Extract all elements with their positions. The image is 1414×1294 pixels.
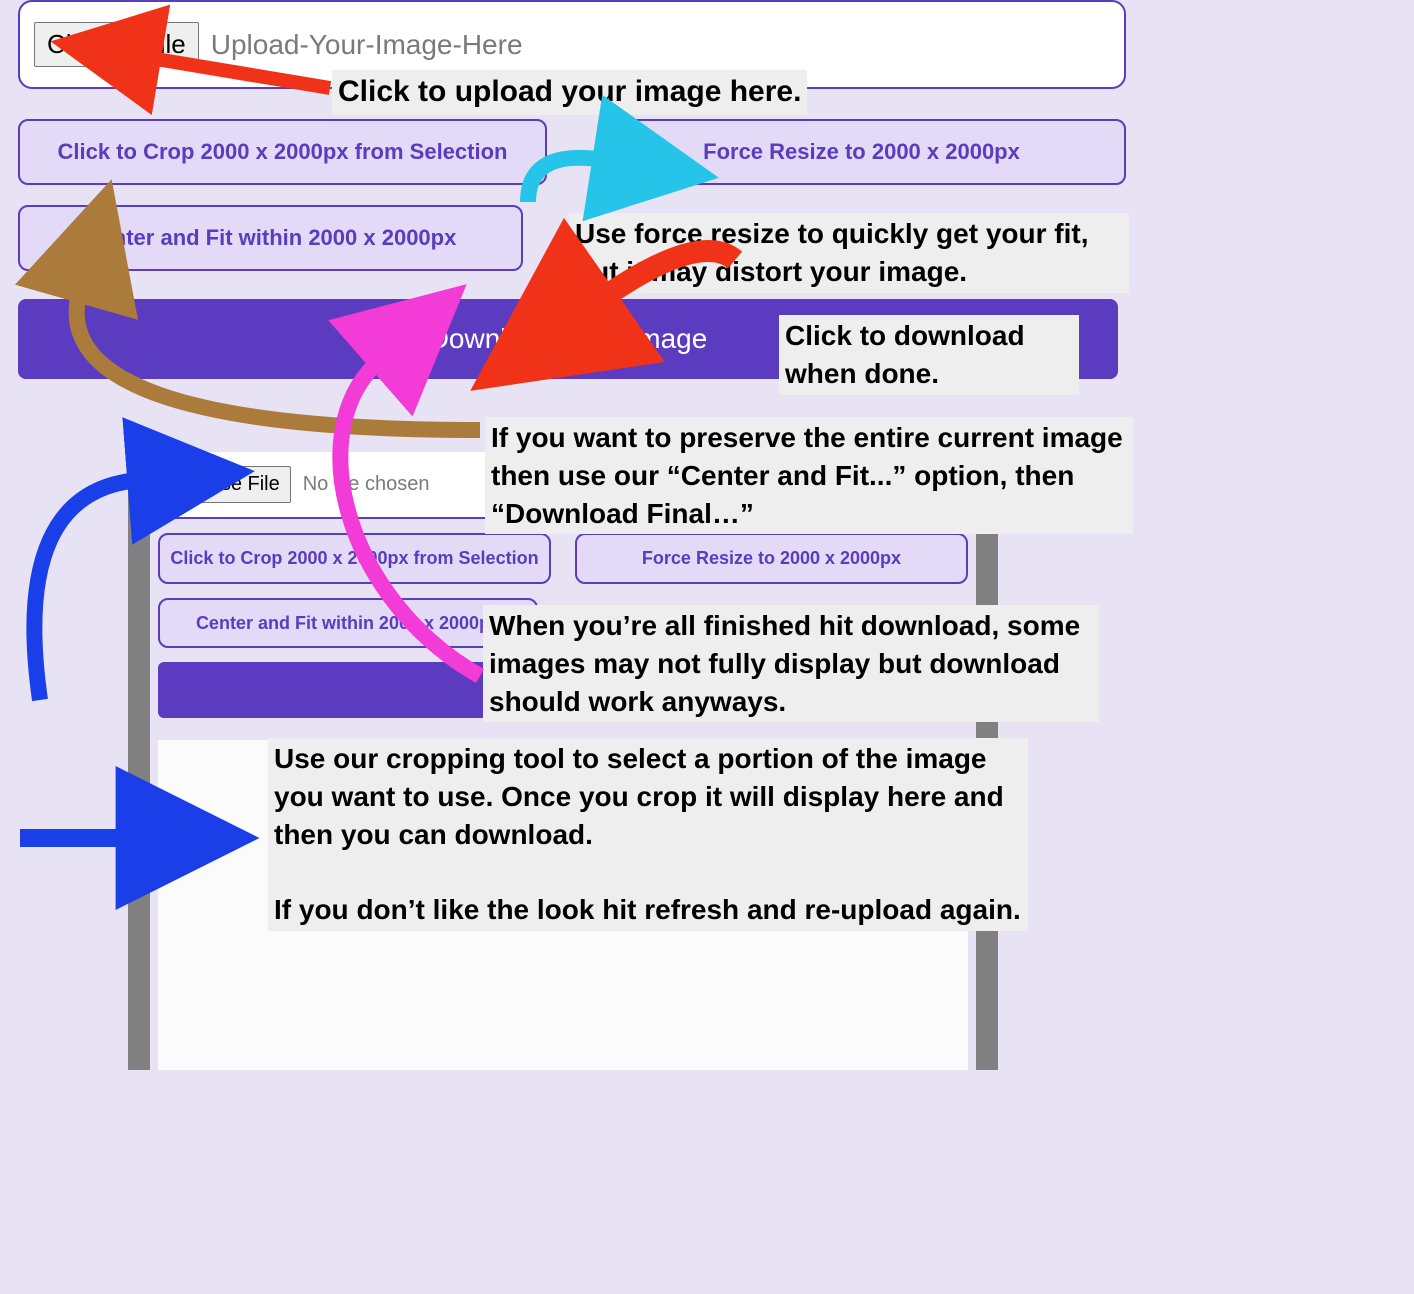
action-row-1: Click to Crop 2000 x 2000px from Selecti… bbox=[18, 119, 1126, 185]
choose-file-button[interactable]: Choose File bbox=[34, 22, 199, 67]
annotation-upload: Click to upload your image here. bbox=[332, 70, 807, 115]
nested-choose-file-button[interactable]: Choose File bbox=[162, 466, 291, 503]
annotation-download: Click to download when done. bbox=[779, 315, 1079, 395]
center-fit-button[interactable]: Center and Fit within 2000 x 2000px bbox=[18, 205, 523, 271]
nested-action-row-1: Click to Crop 2000 x 2000px from Selecti… bbox=[150, 533, 976, 584]
nested-center-fit-button[interactable]: Center and Fit within 2000 x 2000px bbox=[158, 598, 538, 649]
nested-crop-button[interactable]: Click to Crop 2000 x 2000px from Selecti… bbox=[158, 533, 551, 584]
annotation-finished: When you’re all finished hit download, s… bbox=[483, 605, 1099, 722]
crop-button[interactable]: Click to Crop 2000 x 2000px from Selecti… bbox=[18, 119, 547, 185]
upload-placeholder-text: Upload-Your-Image-Here bbox=[211, 29, 523, 61]
force-resize-button[interactable]: Force Resize to 2000 x 2000px bbox=[597, 119, 1126, 185]
annotation-cropping: Use our cropping tool to select a portio… bbox=[268, 738, 1028, 931]
annotation-center-fit: If you want to preserve the entire curre… bbox=[485, 417, 1133, 534]
arrow-blue-choose bbox=[34, 480, 140, 700]
nested-upload-placeholder: No file chosen bbox=[303, 473, 430, 496]
annotation-force-resize: Use force resize to quickly get your fit… bbox=[569, 213, 1129, 293]
nested-force-resize-button[interactable]: Force Resize to 2000 x 2000px bbox=[575, 533, 968, 584]
